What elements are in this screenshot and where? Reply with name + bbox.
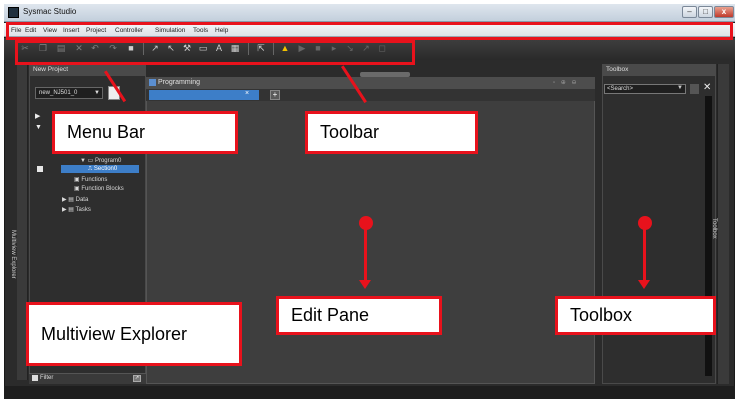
- close-icon[interactable]: ✕: [703, 82, 711, 93]
- toolbox-side-strip[interactable]: [717, 64, 729, 384]
- tree-item-label: Tasks: [75, 207, 91, 213]
- tree-item-label: Program0: [94, 158, 122, 164]
- toolbox-panel: [602, 64, 716, 384]
- maximize-button[interactable]: □: [698, 6, 713, 18]
- edit-pane-controls[interactable]: ▫ ⊕ ⊖: [553, 79, 579, 86]
- programming-icon: [149, 79, 156, 86]
- search-button[interactable]: [690, 84, 699, 94]
- toolbox-title: Toolbox: [606, 66, 629, 73]
- device-select[interactable]: new_NJ501_0: [35, 87, 103, 99]
- toolbox-search-input[interactable]: <Search>: [604, 84, 686, 94]
- edit-pane-title: Programming: [158, 79, 201, 86]
- toolbox-callout: Toolbox: [555, 296, 716, 335]
- tree-item-data[interactable]: ▶ ▤ Data: [62, 196, 88, 203]
- toolbar-callout: Toolbar: [305, 111, 478, 154]
- tree-item-tasks[interactable]: ▶ ▤ Tasks: [62, 206, 91, 213]
- edit-pane-pointer-line: [364, 226, 367, 286]
- tree-item-program0[interactable]: ▼ ▭ Program0: [80, 157, 121, 164]
- tree-item-functions[interactable]: ▣ Functions: [74, 176, 107, 183]
- tree-item-function-blocks[interactable]: ▣ Function Blocks: [74, 185, 124, 192]
- edit-pane-header: [146, 77, 595, 89]
- tree-item-label: Section0: [93, 166, 118, 172]
- filter-toggle-icon[interactable]: [32, 375, 38, 381]
- status-bar: [4, 386, 735, 399]
- filter-label: Filter: [40, 375, 54, 381]
- minimize-button[interactable]: –: [682, 6, 697, 18]
- edit-tab-active[interactable]: [149, 90, 259, 100]
- window-title: Sysmac Studio: [23, 7, 77, 16]
- tree-expand-icon[interactable]: ▼: [35, 124, 42, 131]
- close-button[interactable]: x: [714, 6, 734, 18]
- filter-expand-icon[interactable]: ↗: [133, 375, 141, 382]
- tree-item-section0[interactable]: ⎍ Section0: [88, 166, 117, 173]
- search-dropdown-icon[interactable]: ▼: [677, 85, 683, 91]
- multiview-callout: Multiview Explorer: [26, 302, 242, 366]
- edit-pane-callout: Edit Pane: [276, 296, 442, 335]
- dropdown-icon[interactable]: ▼: [94, 90, 100, 96]
- toolbox-pointer-arrow: [638, 280, 650, 289]
- close-icon[interactable]: ×: [245, 90, 249, 97]
- title-bar: [4, 4, 735, 22]
- tree-item-label: Data: [75, 197, 89, 203]
- multiview-title: New Project: [33, 66, 69, 73]
- tree-item-label: Functions: [81, 177, 108, 183]
- multiview-strip-label: Multiview Explorer: [10, 230, 16, 279]
- toolbox-strip-label: Toolbox: [711, 218, 717, 239]
- menu-bar-callout: Menu Bar: [52, 111, 238, 154]
- toolbox-pointer-line: [643, 226, 646, 286]
- tree-marker: [37, 166, 43, 172]
- tree-expand-icon[interactable]: ▶: [35, 112, 40, 120]
- toolbar-highlight: [15, 40, 415, 65]
- edit-pane-pointer-arrow: [359, 280, 371, 289]
- app-icon: [8, 7, 19, 18]
- menu-bar-highlight: [6, 22, 733, 40]
- plus-icon[interactable]: +: [270, 90, 280, 100]
- tree-item-label: Function Blocks: [81, 186, 124, 192]
